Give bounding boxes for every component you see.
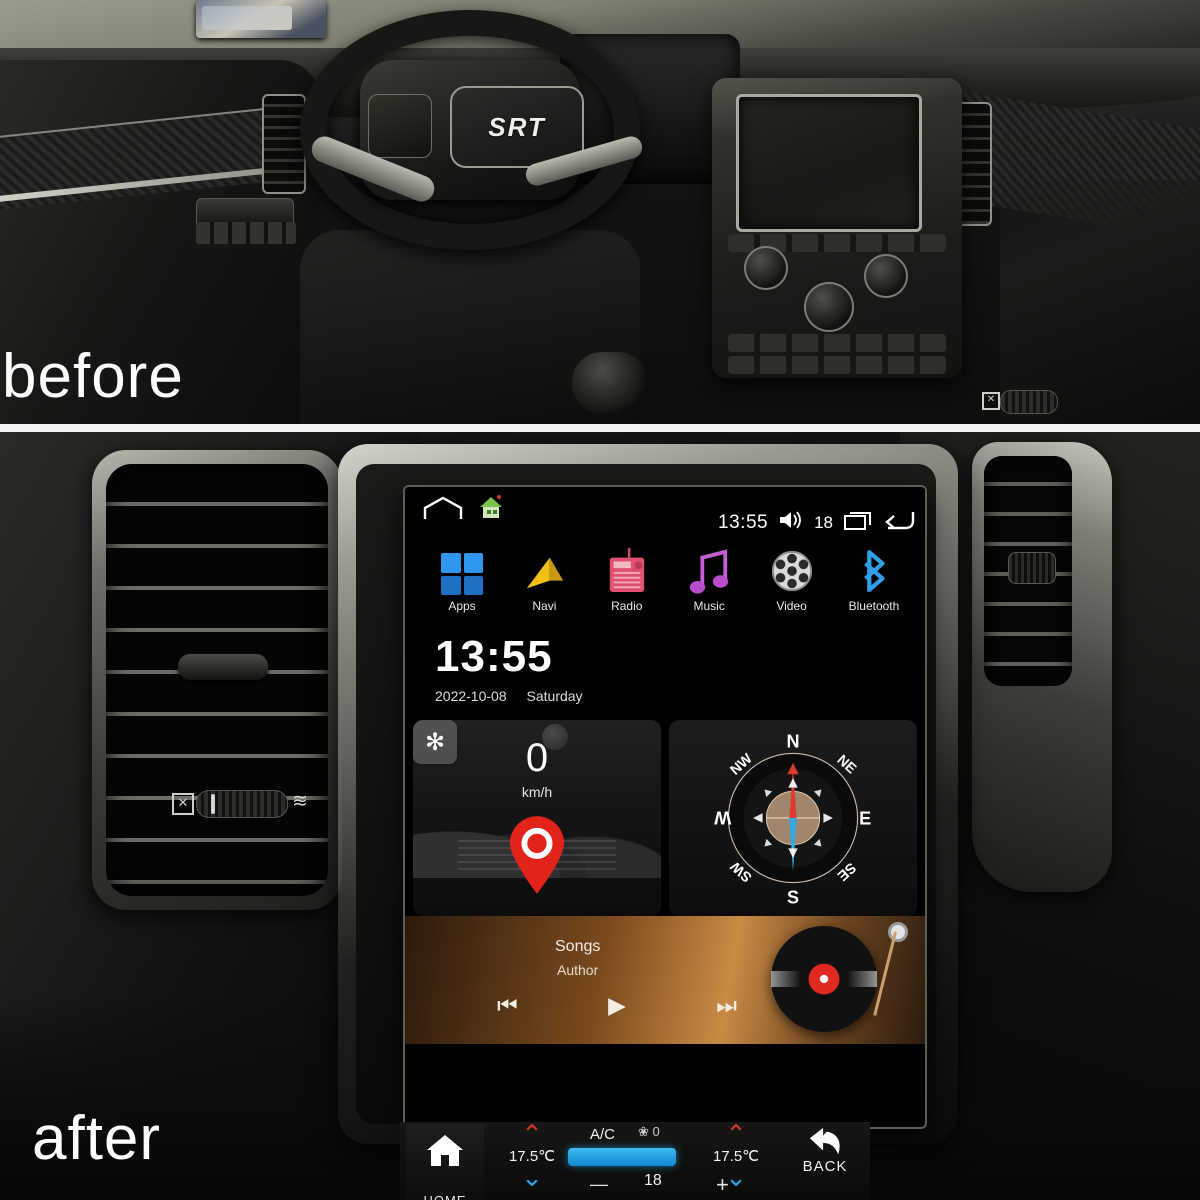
vent-left-slider[interactable] xyxy=(196,790,288,818)
svg-text:W: W xyxy=(714,807,731,827)
home-button[interactable]: HOME xyxy=(406,1124,484,1200)
climate-control-bar: HOME ⌃ 17.5℃ ⌄ A/C — 18 + ❀ 0 ⌃ 17.5℃ ⌄ … xyxy=(400,1122,870,1200)
vinyl-record-icon xyxy=(771,926,877,1032)
clock-date: 2022-10-08 xyxy=(435,688,507,704)
recents-icon[interactable] xyxy=(843,509,873,536)
before-caption: before xyxy=(2,342,184,411)
music-controls: ⏮ ▶ ⏭ xyxy=(497,992,737,1019)
fan-speed-value: 18 xyxy=(644,1172,662,1189)
clock-weekday: Saturday xyxy=(526,688,583,704)
film-reel-icon xyxy=(753,545,831,595)
app-music[interactable]: Music xyxy=(670,545,748,613)
next-track-icon[interactable]: ⏭ xyxy=(716,992,737,1019)
app-label: Radio xyxy=(611,599,643,613)
vent-right-knob[interactable] xyxy=(1008,552,1056,584)
app-radio[interactable]: Radio xyxy=(588,545,666,613)
app-apps[interactable]: Apps xyxy=(423,545,501,613)
stock-button-row-bottom xyxy=(728,356,946,374)
svg-text:S: S xyxy=(787,888,799,908)
vent-close-icon-right[interactable]: ✕ xyxy=(982,392,1000,410)
home-icon xyxy=(427,1135,463,1166)
stock-screen xyxy=(736,94,922,232)
back-arrow-icon[interactable] xyxy=(883,509,915,536)
clock-date-row: 2022-10-08 Saturday xyxy=(435,688,925,704)
app-video[interactable]: Video xyxy=(753,545,831,613)
app-navi[interactable]: Navi xyxy=(505,545,583,613)
chevron-up-icon-right[interactable]: ⌃ xyxy=(690,1122,782,1147)
radio-icon xyxy=(588,545,666,595)
play-icon[interactable]: ▶ xyxy=(608,992,626,1019)
apps-grid-icon xyxy=(423,545,501,595)
passenger-temp-control[interactable]: ⌃ 17.5℃ ⌄ xyxy=(690,1122,782,1190)
ac-label: A/C xyxy=(590,1126,616,1143)
app-shortcut-row: Apps Navi Radio Music Video Bluetooth xyxy=(405,543,925,621)
clock-time: 13:55 xyxy=(435,632,553,681)
comparison-image: SRT before ✕ ≋ ✕ 13:55 18 Apps Navi Radi… xyxy=(0,0,1200,1200)
driver-temp-control[interactable]: ⌃ 17.5℃ ⌄ xyxy=(486,1122,578,1190)
minus-button[interactable]: — xyxy=(590,1174,608,1195)
vent-left-louvers xyxy=(106,464,328,896)
map-pin-icon xyxy=(506,816,568,901)
app-bluetooth[interactable]: Bluetooth xyxy=(835,545,913,613)
widget-row: 0 km/h ✻ N S E W NW NE SW SE xyxy=(405,714,925,916)
fan-level: 0 xyxy=(652,1124,660,1139)
green-house-icon[interactable] xyxy=(477,493,505,521)
app-label: Navi xyxy=(532,599,557,613)
ac-level-bar[interactable] xyxy=(568,1148,676,1166)
vent-left-frame xyxy=(92,450,342,910)
home-outline-icon[interactable] xyxy=(423,495,463,521)
back-label: BACK xyxy=(802,1158,848,1175)
chevron-down-icon-right[interactable]: ⌄ xyxy=(690,1164,782,1190)
compass-widget[interactable]: N S E W NW NE SW SE xyxy=(669,720,917,916)
navigation-arrow-icon xyxy=(505,545,583,595)
speed-unit: km/h xyxy=(521,784,553,800)
steering-buttons-left xyxy=(368,94,432,158)
stock-knob-center xyxy=(804,282,854,332)
vent-close-icon[interactable]: ✕ xyxy=(172,793,194,815)
status-bar: 13:55 18 xyxy=(405,487,925,543)
previous-track-icon[interactable]: ⏮ xyxy=(497,992,518,1019)
vent-left-tab[interactable] xyxy=(178,654,268,680)
svg-text:E: E xyxy=(859,809,871,829)
stock-knob-right xyxy=(864,254,908,298)
vent-flow-icon: ≋ xyxy=(292,791,308,812)
chevron-up-icon[interactable]: ⌃ xyxy=(486,1122,578,1147)
vent-right-frame xyxy=(972,442,1112,892)
tonearm-icon xyxy=(873,922,908,1018)
svg-text:N: N xyxy=(786,732,799,752)
music-widget[interactable]: Songs Author ⏮ ▶ ⏭ xyxy=(405,916,925,1044)
volume-level: 18 xyxy=(814,512,833,532)
app-label: Video xyxy=(776,599,807,613)
compass-icon: N S E W NW NE SW SE xyxy=(714,732,871,908)
stock-knob-left xyxy=(744,246,788,290)
bluetooth-icon xyxy=(835,545,913,595)
back-button[interactable]: BACK xyxy=(782,1124,868,1200)
after-caption: after xyxy=(32,1104,162,1173)
speed-widget[interactable]: 0 km/h ✻ xyxy=(413,720,661,916)
srt-badge-label: SRT xyxy=(488,111,546,142)
music-title: Songs xyxy=(555,938,601,955)
shifter xyxy=(572,352,648,414)
status-bar-right: 13:55 18 xyxy=(718,509,915,536)
app-label: Bluetooth xyxy=(848,599,900,613)
stock-button-row-mid xyxy=(728,334,946,352)
fan-icon: ❀ 0 xyxy=(638,1124,660,1139)
app-label: Apps xyxy=(448,599,476,613)
music-author: Author xyxy=(557,962,599,978)
status-bar-time: 13:55 xyxy=(718,511,769,533)
clock-widget[interactable]: 13:55 2022-10-08 Saturday xyxy=(405,621,925,714)
before-photo: SRT before xyxy=(0,0,1200,432)
steering-wheel: SRT xyxy=(300,10,645,260)
stock-center-stack xyxy=(712,78,962,378)
chevron-down-icon[interactable]: ⌄ xyxy=(486,1164,578,1190)
window-switches xyxy=(196,222,296,244)
home-label: HOME xyxy=(406,1193,484,1200)
snowflake-icon[interactable]: ✻ xyxy=(413,720,457,764)
app-label: Music xyxy=(693,599,725,613)
android-head-unit-screen[interactable]: 13:55 18 Apps Navi Radio Music Video Blu… xyxy=(405,487,925,1127)
music-note-icon xyxy=(670,545,748,595)
volume-icon[interactable] xyxy=(778,510,804,535)
vent-right-slider[interactable] xyxy=(1000,390,1058,414)
back-arrow-icon xyxy=(809,1127,840,1155)
